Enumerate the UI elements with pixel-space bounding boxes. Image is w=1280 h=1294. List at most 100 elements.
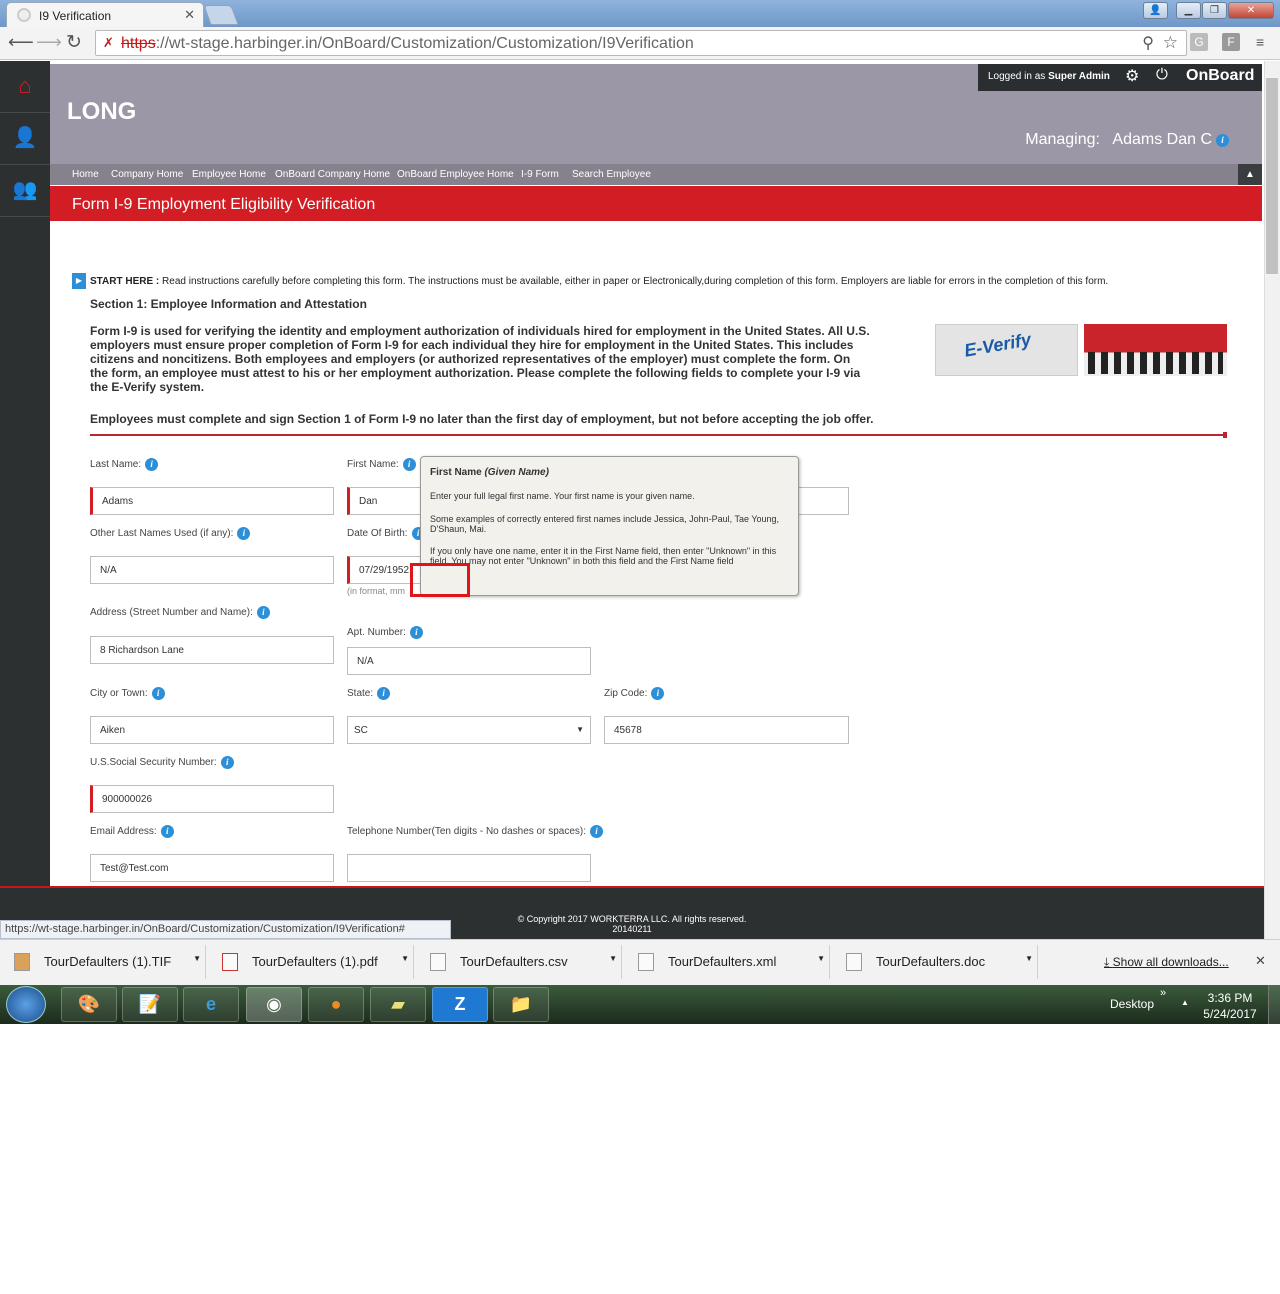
email-field[interactable]: Test@Test.com	[90, 854, 334, 882]
chevron-down-icon[interactable]: ▼	[609, 954, 617, 963]
info-icon[interactable]: i	[402, 458, 416, 471]
logged-in-prefix: Logged in as	[988, 71, 1046, 82]
expand-arrow-icon[interactable]: ▶	[72, 273, 86, 289]
close-icon[interactable]: ✕	[1255, 953, 1266, 969]
close-window-icon[interactable]: ✕	[1228, 2, 1274, 19]
ssn-field[interactable]: 900000026	[90, 785, 334, 813]
download-item[interactable]: TourDefaulters (1).TIF ▼	[4, 945, 206, 979]
home-icon[interactable]: ⌂	[0, 61, 50, 113]
clock-date: 5/24/2017	[1203, 1007, 1257, 1021]
chevron-down-icon[interactable]: ▼	[817, 954, 825, 963]
zip-label: Zip Code: i	[604, 687, 665, 700]
tooltip-paragraph: If you only have one name, enter it in t…	[430, 546, 777, 566]
breadcrumb-home[interactable]: Home	[72, 169, 99, 180]
logged-in-user: Super Admin	[1048, 71, 1110, 82]
address-bar[interactable]: ✗ https://wt-stage.harbinger.in/OnBoard/…	[95, 30, 1187, 56]
pdf-file-icon	[222, 953, 238, 971]
page-title: Form I-9 Employment Eligibility Verifica…	[50, 186, 1262, 221]
breadcrumb-employee-home[interactable]: Employee Home	[192, 169, 266, 180]
breadcrumb-onboard-company-home[interactable]: OnBoard Company Home	[275, 169, 390, 180]
insecure-lock-icon: ✗	[103, 35, 114, 50]
desktop-toolbar-label[interactable]: Desktop	[1110, 997, 1154, 1011]
restore-icon[interactable]: ❐	[1202, 2, 1227, 19]
notepad-icon[interactable]: 📝	[122, 987, 178, 1022]
chevron-down-icon[interactable]: ▼	[1025, 954, 1033, 963]
apt-field[interactable]: N/A	[347, 647, 591, 675]
forward-arrow-icon[interactable]: ⟶	[36, 32, 62, 53]
tooltip-title: First Name (Given Name)	[430, 467, 549, 478]
tooltip-paragraph: Enter your full legal first name. Your f…	[430, 491, 695, 501]
minimize-icon[interactable]: ▁	[1176, 2, 1201, 19]
bookmark-star-icon[interactable]: ☆	[1163, 33, 1178, 53]
info-icon[interactable]: i	[220, 756, 234, 769]
download-item[interactable]: TourDefaulters.xml ▼	[628, 945, 830, 979]
power-icon[interactable]: ⏻	[1156, 66, 1168, 83]
info-icon[interactable]: i	[160, 825, 174, 838]
gear-icon[interactable]: ⚙	[1125, 66, 1139, 86]
first-name-tooltip: First Name (Given Name) Enter your full …	[420, 456, 799, 596]
address-field[interactable]: 8 Richardson Lane	[90, 636, 334, 664]
city-label: City or Town: i	[90, 687, 165, 700]
info-icon[interactable]: i	[151, 687, 165, 700]
info-icon[interactable]: i	[590, 825, 604, 838]
address-label: Address (Street Number and Name): i	[90, 606, 270, 619]
tray-up-arrow-icon[interactable]: ▲	[1181, 998, 1189, 1007]
menu-icon[interactable]: ≡	[1256, 34, 1264, 50]
browser-tab[interactable]: I9 Verification ✕	[6, 2, 204, 27]
phone-field[interactable]	[347, 854, 591, 882]
info-icon[interactable]: i	[145, 458, 159, 471]
state-select[interactable]: SC ▼	[347, 716, 591, 744]
chrome-icon[interactable]: ◉	[246, 987, 302, 1022]
users-icon[interactable]: 👥	[0, 165, 50, 217]
back-arrow-icon[interactable]: ⟵	[8, 32, 34, 53]
user-icon[interactable]: 👤	[1143, 2, 1168, 19]
internet-explorer-icon[interactable]: e	[183, 987, 239, 1022]
workforce-banner-image	[1084, 324, 1227, 376]
breadcrumb-company-home[interactable]: Company Home	[111, 169, 183, 180]
collapse-header-icon[interactable]: ▲	[1238, 164, 1262, 185]
info-icon[interactable]: i	[256, 606, 270, 619]
download-item[interactable]: TourDefaulters (1).pdf ▼	[212, 945, 414, 979]
show-desktop-button[interactable]	[1268, 985, 1280, 1024]
info-icon[interactable]: i	[237, 527, 251, 540]
extension-icon[interactable]: F	[1222, 33, 1240, 51]
paint-icon[interactable]: 🎨	[61, 987, 117, 1022]
scrollbar-thumb[interactable]	[1266, 78, 1278, 274]
info-icon[interactable]: i	[1216, 134, 1229, 147]
last-name-field[interactable]: Adams	[90, 487, 334, 515]
section-title: Section 1: Employee Information and Atte…	[90, 297, 367, 311]
company-name: LONG	[67, 98, 137, 125]
start-button[interactable]	[6, 986, 46, 1023]
chevron-down-icon[interactable]: ▼	[401, 954, 409, 963]
status-url: https://wt-stage.harbinger.in/OnBoard/Cu…	[0, 920, 451, 939]
breadcrumb-i9-form[interactable]: I-9 Form	[521, 169, 559, 180]
download-icon: ⤓	[1104, 955, 1113, 969]
close-tab-icon[interactable]: ✕	[184, 7, 195, 23]
tooltip-paragraph: Some examples of correctly entered first…	[430, 514, 780, 534]
reload-icon[interactable]: ↻	[66, 31, 82, 54]
extension-icon[interactable]: G	[1190, 33, 1208, 51]
info-icon[interactable]: i	[409, 626, 423, 639]
info-icon[interactable]: i	[651, 687, 665, 700]
other-names-field[interactable]: N/A	[90, 556, 334, 584]
breadcrumb-onboard-employee-home[interactable]: OnBoard Employee Home	[397, 169, 514, 180]
file-explorer-icon[interactable]: 📁	[493, 987, 549, 1022]
info-icon[interactable]: i	[377, 687, 391, 700]
user-icon[interactable]: 👤	[0, 113, 50, 165]
show-all-downloads-link[interactable]: ⤓ Show all downloads...	[1104, 955, 1229, 970]
breadcrumb-search-employee[interactable]: Search Employee	[572, 169, 651, 180]
city-field[interactable]: Aiken	[90, 716, 334, 744]
sticky-notes-icon[interactable]: ▰	[370, 987, 426, 1022]
url-scheme: https	[121, 35, 156, 52]
email-label: Email Address: i	[90, 825, 174, 838]
chevron-down-icon[interactable]: ▼	[193, 954, 201, 963]
download-item[interactable]: TourDefaulters.csv ▼	[420, 945, 622, 979]
search-icon[interactable]: ⚲	[1142, 33, 1154, 53]
download-item[interactable]: TourDefaulters.doc ▼	[836, 945, 1038, 979]
clock[interactable]: 3:36 PM 5/24/2017	[1200, 990, 1260, 1022]
zip-field[interactable]: 45678	[604, 716, 849, 744]
divider	[1223, 432, 1227, 438]
overflow-chevron-icon[interactable]: »	[1160, 987, 1166, 999]
z-app-icon[interactable]: Z	[432, 987, 488, 1022]
firefox-icon[interactable]: ●	[308, 987, 364, 1022]
